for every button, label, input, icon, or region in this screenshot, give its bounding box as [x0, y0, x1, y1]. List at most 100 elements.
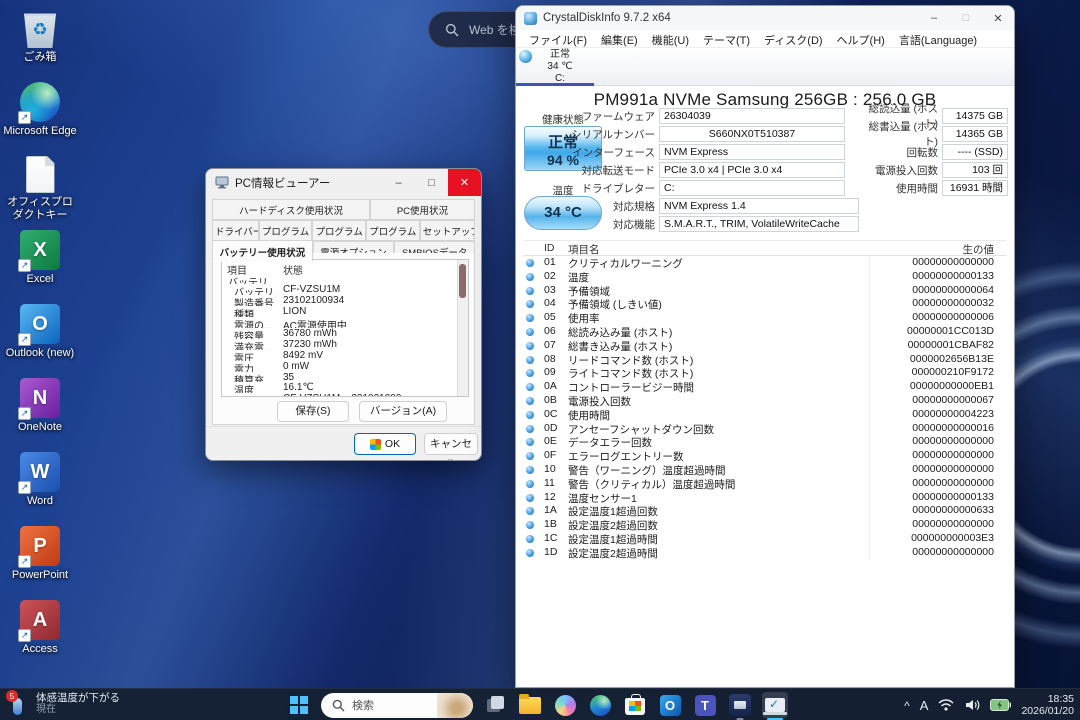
volume-icon[interactable]	[964, 698, 980, 712]
list-item[interactable]: 電圧 8492 mV	[227, 350, 454, 361]
menu-item[interactable]: テーマ(T)	[696, 30, 757, 47]
smart-attribute-row[interactable]: 06 総読み込み量 (ホスト) 00000001CC013D	[524, 325, 1006, 339]
disk-tab-strip: 正常 34 ℃ C:	[516, 48, 1014, 86]
status-dot-icon	[526, 425, 534, 433]
desktop-icon[interactable]: A ↗ Access	[2, 600, 78, 656]
smart-attribute-row[interactable]: 08 リードコマンド数 (ホスト) 0000002656B13E	[524, 353, 1006, 367]
smart-attribute-row[interactable]: 03 予備領域 00000000000064	[524, 284, 1006, 298]
desktop-icon[interactable]: N ↗ OneNote	[2, 378, 78, 434]
minimize-button[interactable]: –	[918, 6, 950, 30]
menu-item[interactable]: 編集(E)	[594, 30, 645, 47]
file-explorer-icon[interactable]	[517, 692, 543, 718]
weather-widget[interactable]: 5 体感温度が下がる 現在	[8, 692, 120, 716]
outlook-icon[interactable]: O	[657, 692, 683, 718]
menu-item[interactable]: 機能(U)	[645, 30, 696, 47]
task-view-icon[interactable]	[482, 692, 508, 718]
scrollbar[interactable]	[457, 260, 468, 396]
maximize-button[interactable]: □	[415, 169, 448, 196]
pc-info-viewer-taskbar-icon[interactable]	[762, 692, 788, 718]
tray-overflow-chevron-icon[interactable]: ^	[904, 699, 910, 713]
list-item[interactable]: バッテリ... CF-VZSU1M 231021009...	[227, 393, 454, 397]
scrollbar-thumb[interactable]	[459, 264, 466, 298]
pc-info-app-icon	[215, 176, 229, 189]
smart-attribute-row[interactable]: 0D アンセーフシャットダウン回数 00000000000016	[524, 422, 1006, 436]
dialog-tab[interactable]: バッテリー使用状況	[212, 240, 313, 262]
menu-item[interactable]: 言語(Language)	[892, 30, 984, 47]
dialog-tab[interactable]: ハードディスク使用状況	[212, 199, 370, 220]
close-button[interactable]: ✕	[982, 6, 1014, 30]
smart-attribute-row[interactable]: 0E データエラー回数 00000000000000	[524, 435, 1006, 449]
disk-tab[interactable]: 正常 34 ℃ C:	[516, 48, 594, 86]
smart-attribute-row[interactable]: 01 クリティカルワーニング 00000000000000	[524, 256, 1006, 270]
dialog-tab[interactable]: ドライバー	[212, 220, 259, 241]
smart-attribute-row[interactable]: 09 ライトコマンド数 (ホスト) 000000210F9172	[524, 366, 1006, 380]
smart-attribute-row[interactable]: 1A 設定温度1超過回数 00000000000633	[524, 504, 1006, 518]
dialog-tab[interactable]: プログラム 1	[259, 220, 313, 241]
microsoft-store-icon[interactable]	[622, 692, 648, 718]
smart-table-body: 01 クリティカルワーニング 00000000000000 02 温度 0000…	[524, 256, 1006, 560]
smart-attribute-row[interactable]: 1D 設定温度2超過時間 00000000000000	[524, 546, 1006, 560]
wifi-icon[interactable]	[938, 698, 954, 712]
start-button[interactable]	[286, 692, 312, 718]
smart-attribute-row[interactable]: 0C 使用時間 00000000004223	[524, 408, 1006, 422]
smart-attribute-row[interactable]: 04 予備領域 (しきい値) 00000000000032	[524, 297, 1006, 311]
system-tray: ^ A 18:35 2026/01/20	[904, 689, 1074, 720]
taskbar-clock[interactable]: 18:35 2026/01/20	[1021, 693, 1074, 717]
smart-attribute-row[interactable]: 11 警告（クリティカル）温度超過時間 00000000000000	[524, 477, 1006, 491]
menu-item[interactable]: ヘルプ(H)	[830, 30, 892, 47]
list-item[interactable]: 残容量 36780 mWh	[227, 328, 454, 339]
save-button[interactable]: 保存(S)	[277, 401, 349, 422]
smart-attribute-row[interactable]: 1B 設定温度2超過回数 00000000000000	[524, 518, 1006, 532]
ok-button[interactable]: OK	[354, 433, 416, 455]
smart-attribute-row[interactable]: 0B 電源投入回数 00000000000067	[524, 394, 1006, 408]
teams-icon[interactable]: T	[692, 692, 718, 718]
smart-attribute-row[interactable]: 05 使用率 00000000000006	[524, 311, 1006, 325]
menu-item[interactable]: ファイル(F)	[522, 30, 594, 47]
desktop-icon[interactable]: ↗ オフィスプロダクトキー	[2, 156, 78, 221]
list-item[interactable]: 製造番号 23102100934	[227, 295, 454, 306]
list-item[interactable]: バッテリ...	[227, 274, 454, 285]
maximize-button[interactable]: □	[950, 6, 982, 30]
list-item[interactable]: 満充電... 37230 mWh	[227, 339, 454, 350]
menu-item[interactable]: ディスク(D)	[757, 30, 830, 47]
version-button[interactable]: バージョン(A)	[359, 401, 447, 422]
smart-attribute-row[interactable]: 12 温度センサー1 00000000000133	[524, 491, 1006, 505]
desktop-icon[interactable]: ↗ Microsoft Edge	[2, 82, 78, 138]
battery-status-list[interactable]: 項目 状態 バッテリ... バッテリ...	[221, 259, 469, 397]
dialog-titlebar[interactable]: PC情報ビューアー – □ ✕	[206, 169, 481, 196]
support-assist-icon[interactable]	[727, 692, 753, 718]
smart-attribute-row[interactable]: 07 総書き込み量 (ホスト) 00000001CBAF82	[524, 339, 1006, 353]
window-titlebar[interactable]: CrystalDiskInfo 9.7.2 x64 – □ ✕	[516, 6, 1014, 30]
edge-icon[interactable]	[587, 692, 613, 718]
copilot-icon[interactable]	[552, 692, 578, 718]
dialog-tab[interactable]: セットアップ	[420, 220, 475, 241]
dialog-tab[interactable]: プログラム 2	[312, 220, 366, 241]
smart-attribute-row[interactable]: 0A コントローラービジー時間 00000000000EB1	[524, 380, 1006, 394]
desktop-icon[interactable]: ↗ ごみ箱	[2, 8, 78, 64]
dialog-tab[interactable]: プログラム 3	[366, 220, 420, 241]
desktop-icon[interactable]: P ↗ PowerPoint	[2, 526, 78, 582]
shortcut-arrow-icon: ↗	[18, 555, 31, 568]
taskbar-search-box[interactable]: 検索	[321, 693, 473, 718]
cancel-button[interactable]: キャンセル	[424, 433, 478, 455]
smart-attribute-row[interactable]: 1C 設定温度1超過時間 000000000003E3	[524, 532, 1006, 546]
list-item[interactable]: 電源の... AC電源使用中	[227, 317, 454, 328]
desktop-icon[interactable]: X ↗ Excel	[2, 230, 78, 286]
list-item[interactable]: 電力 0 mW	[227, 361, 454, 372]
list-item[interactable]: 種類 LION	[227, 306, 454, 317]
app-icon: A ↗	[20, 600, 60, 640]
minimize-button[interactable]: –	[382, 169, 415, 196]
list-item[interactable]: 温度 16.1℃	[227, 382, 454, 393]
smart-attribute-row[interactable]: 02 温度 00000000000133	[524, 270, 1006, 284]
battery-charging-icon[interactable]	[990, 699, 1011, 711]
clock-date: 2026/01/20	[1021, 705, 1074, 717]
desktop-icon[interactable]: W ↗ Word	[2, 452, 78, 508]
smart-attribute-row[interactable]: 0F エラーログエントリー数 00000000000000	[524, 449, 1006, 463]
ime-indicator[interactable]: A	[920, 698, 929, 713]
smart-attribute-row[interactable]: 10 警告（ワーニング）温度超過時間 00000000000000	[524, 463, 1006, 477]
dialog-tab[interactable]: PC使用状況	[370, 199, 475, 220]
list-item[interactable]: 積算充... 35	[227, 372, 454, 383]
list-item[interactable]: バッテリ... CF-VZSU1M	[227, 284, 454, 295]
desktop-icon[interactable]: O ↗ Outlook (new)	[2, 304, 78, 360]
close-button[interactable]: ✕	[448, 169, 481, 196]
